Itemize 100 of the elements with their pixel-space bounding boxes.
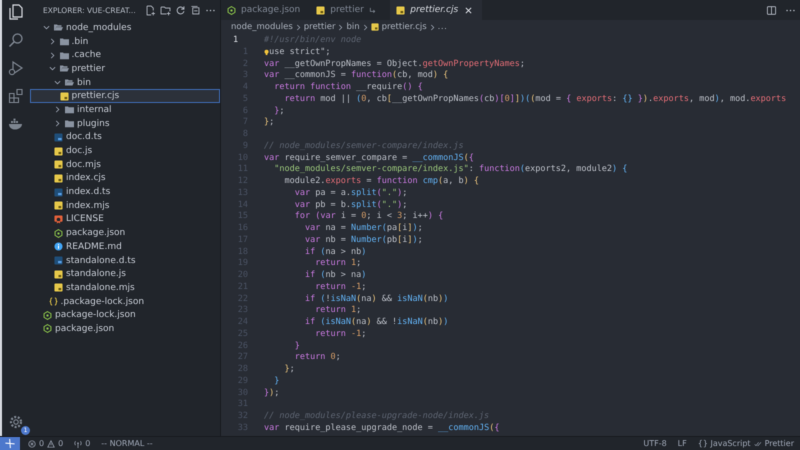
code-line: }); <box>264 388 280 400</box>
code-line: var require_please_upgrade_node = __commonJS({ <box>264 422 500 434</box>
js-file-icon <box>54 146 63 156</box>
tree-item[interactable]: prettier <box>30 62 220 76</box>
folder-icon <box>60 64 68 74</box>
js-file-icon <box>54 160 63 170</box>
hexagon-icon <box>43 310 52 320</box>
file-name: .package-lock.json <box>60 296 144 307</box>
code-line: } <box>274 376 280 388</box>
line-ending[interactable]: LF <box>678 439 687 448</box>
tab-label: prettier.cjs <box>410 5 458 15</box>
hexagon-icon <box>43 324 52 334</box>
tree-item[interactable]: bin <box>30 76 220 90</box>
search-icon[interactable] <box>8 32 24 48</box>
file-name: doc.js <box>66 146 92 156</box>
tree-item[interactable]: doc.d.ts <box>30 130 220 144</box>
whale-icon[interactable] <box>8 116 24 132</box>
code-line: var pb = b.split("."); <box>294 200 408 212</box>
tree-item[interactable]: standalone.js <box>30 267 220 282</box>
code-line: #!/usr/bin/env node <box>264 35 362 47</box>
code-line: }; <box>284 364 295 376</box>
new-file-icon[interactable] <box>145 4 156 16</box>
settings-icon[interactable] <box>8 414 24 430</box>
remote-icon[interactable] <box>0 437 20 450</box>
ts-file-icon <box>54 256 63 266</box>
encoding[interactable]: UTF-8 <box>643 439 667 448</box>
new-folder-icon[interactable] <box>160 4 171 16</box>
tree-item[interactable]: package.json <box>30 322 220 336</box>
code-line: }; <box>274 106 284 118</box>
extensions-icon[interactable] <box>8 88 24 104</box>
code-line: use strict"; <box>269 46 331 58</box>
code-line: var require_semver_compare = __commonJS({ <box>264 152 474 164</box>
tree-item[interactable]: .package-lock.json <box>30 294 220 308</box>
tree-item[interactable]: index.d.ts <box>30 185 220 199</box>
file-name: .cache <box>72 50 102 60</box>
tree-item[interactable]: package-lock.json <box>30 308 220 322</box>
tree-item[interactable]: prettier.cjs <box>30 89 220 104</box>
file-name: node_modules <box>66 22 132 33</box>
js-file-icon <box>54 201 63 210</box>
breadcrumb-item[interactable]: prettier.cjs <box>382 22 427 32</box>
chevron-icon <box>338 24 344 30</box>
warning-count[interactable]: 0 <box>58 439 64 448</box>
tree-item[interactable]: .cache <box>30 48 220 62</box>
tree-item[interactable]: doc.mjs <box>30 158 220 172</box>
language-mode[interactable]: {} JavaScript <box>698 439 751 448</box>
warning-icon <box>47 440 56 448</box>
hexagon-icon <box>54 228 63 238</box>
file-name: standalone.d.ts <box>66 256 136 266</box>
refresh-icon[interactable] <box>175 4 186 16</box>
breadcrumb-item[interactable]: node_modules <box>231 22 293 32</box>
code-line: for (var i = 0; i < 3; i++) { <box>294 211 444 223</box>
js-file-icon <box>316 6 326 14</box>
tree-item[interactable]: LICENSE <box>30 212 220 226</box>
file-name: package-lock.json <box>55 310 136 320</box>
tree-item[interactable]: package.json <box>30 226 220 240</box>
tree-item[interactable]: .bin <box>30 34 220 48</box>
file-name: README.md <box>66 242 122 252</box>
files-icon[interactable] <box>8 4 24 20</box>
error-count[interactable]: 0 <box>39 439 44 448</box>
link-arrow-icon <box>368 6 376 14</box>
file-name: LICENSE <box>66 214 104 224</box>
tree-item[interactable]: index.cjs <box>30 172 220 186</box>
tree-item[interactable]: standalone.mjs <box>30 281 220 295</box>
collapse-all-icon[interactable] <box>190 4 201 16</box>
code-line: return 1; <box>315 258 362 270</box>
hexagon-icon <box>227 6 236 14</box>
formatter[interactable]: Prettier <box>764 439 794 448</box>
tree-item[interactable]: internal <box>30 103 220 117</box>
code-line: }; <box>264 117 274 129</box>
code-line: if (!isNaN(na) && isNaN(nb)) <box>304 294 448 306</box>
close-icon[interactable] <box>465 6 472 14</box>
file-name: .bin <box>72 36 88 47</box>
tree-item[interactable]: standalone.d.ts <box>30 254 220 268</box>
lightbulb-icon[interactable] <box>264 48 270 58</box>
file-name: plugins <box>77 118 110 129</box>
code-line: "node_modules/semver-compare/index.js": function(exports2, module2) { <box>274 164 628 176</box>
tree-item[interactable]: node_modules <box>30 21 220 35</box>
tree-item[interactable]: README.md <box>30 240 220 254</box>
chevron-icon <box>430 24 435 30</box>
editor-tab[interactable]: prettier <box>310 0 390 20</box>
breadcrumb-item[interactable]: bin <box>346 22 360 32</box>
file-name: index.d.ts <box>66 187 110 198</box>
braces-icon <box>48 297 58 306</box>
code-line: if (nb > na) <box>304 270 366 282</box>
breadcrumb-item[interactable]: prettier <box>304 22 336 32</box>
file-name: doc.mjs <box>66 160 101 170</box>
breadcrumb-item[interactable]: ... <box>438 22 448 32</box>
editor-tab[interactable]: prettier.cjs <box>390 0 482 20</box>
editor-tab[interactable]: package.json <box>221 0 310 20</box>
license-icon <box>54 214 63 224</box>
tree-item[interactable]: plugins <box>30 116 220 130</box>
line-number: 1 <box>232 35 240 47</box>
code-line: // node_modules/semver-compare/index.js <box>264 140 464 152</box>
run-debug-icon[interactable] <box>8 60 24 76</box>
file-name: standalone.js <box>66 269 126 280</box>
tree-item[interactable]: index.mjs <box>30 198 220 213</box>
ports-count[interactable]: 0 <box>85 439 90 448</box>
tree-item[interactable]: doc.js <box>30 144 220 158</box>
split-editor-icon[interactable] <box>766 4 777 16</box>
double-check-icon <box>754 440 762 448</box>
